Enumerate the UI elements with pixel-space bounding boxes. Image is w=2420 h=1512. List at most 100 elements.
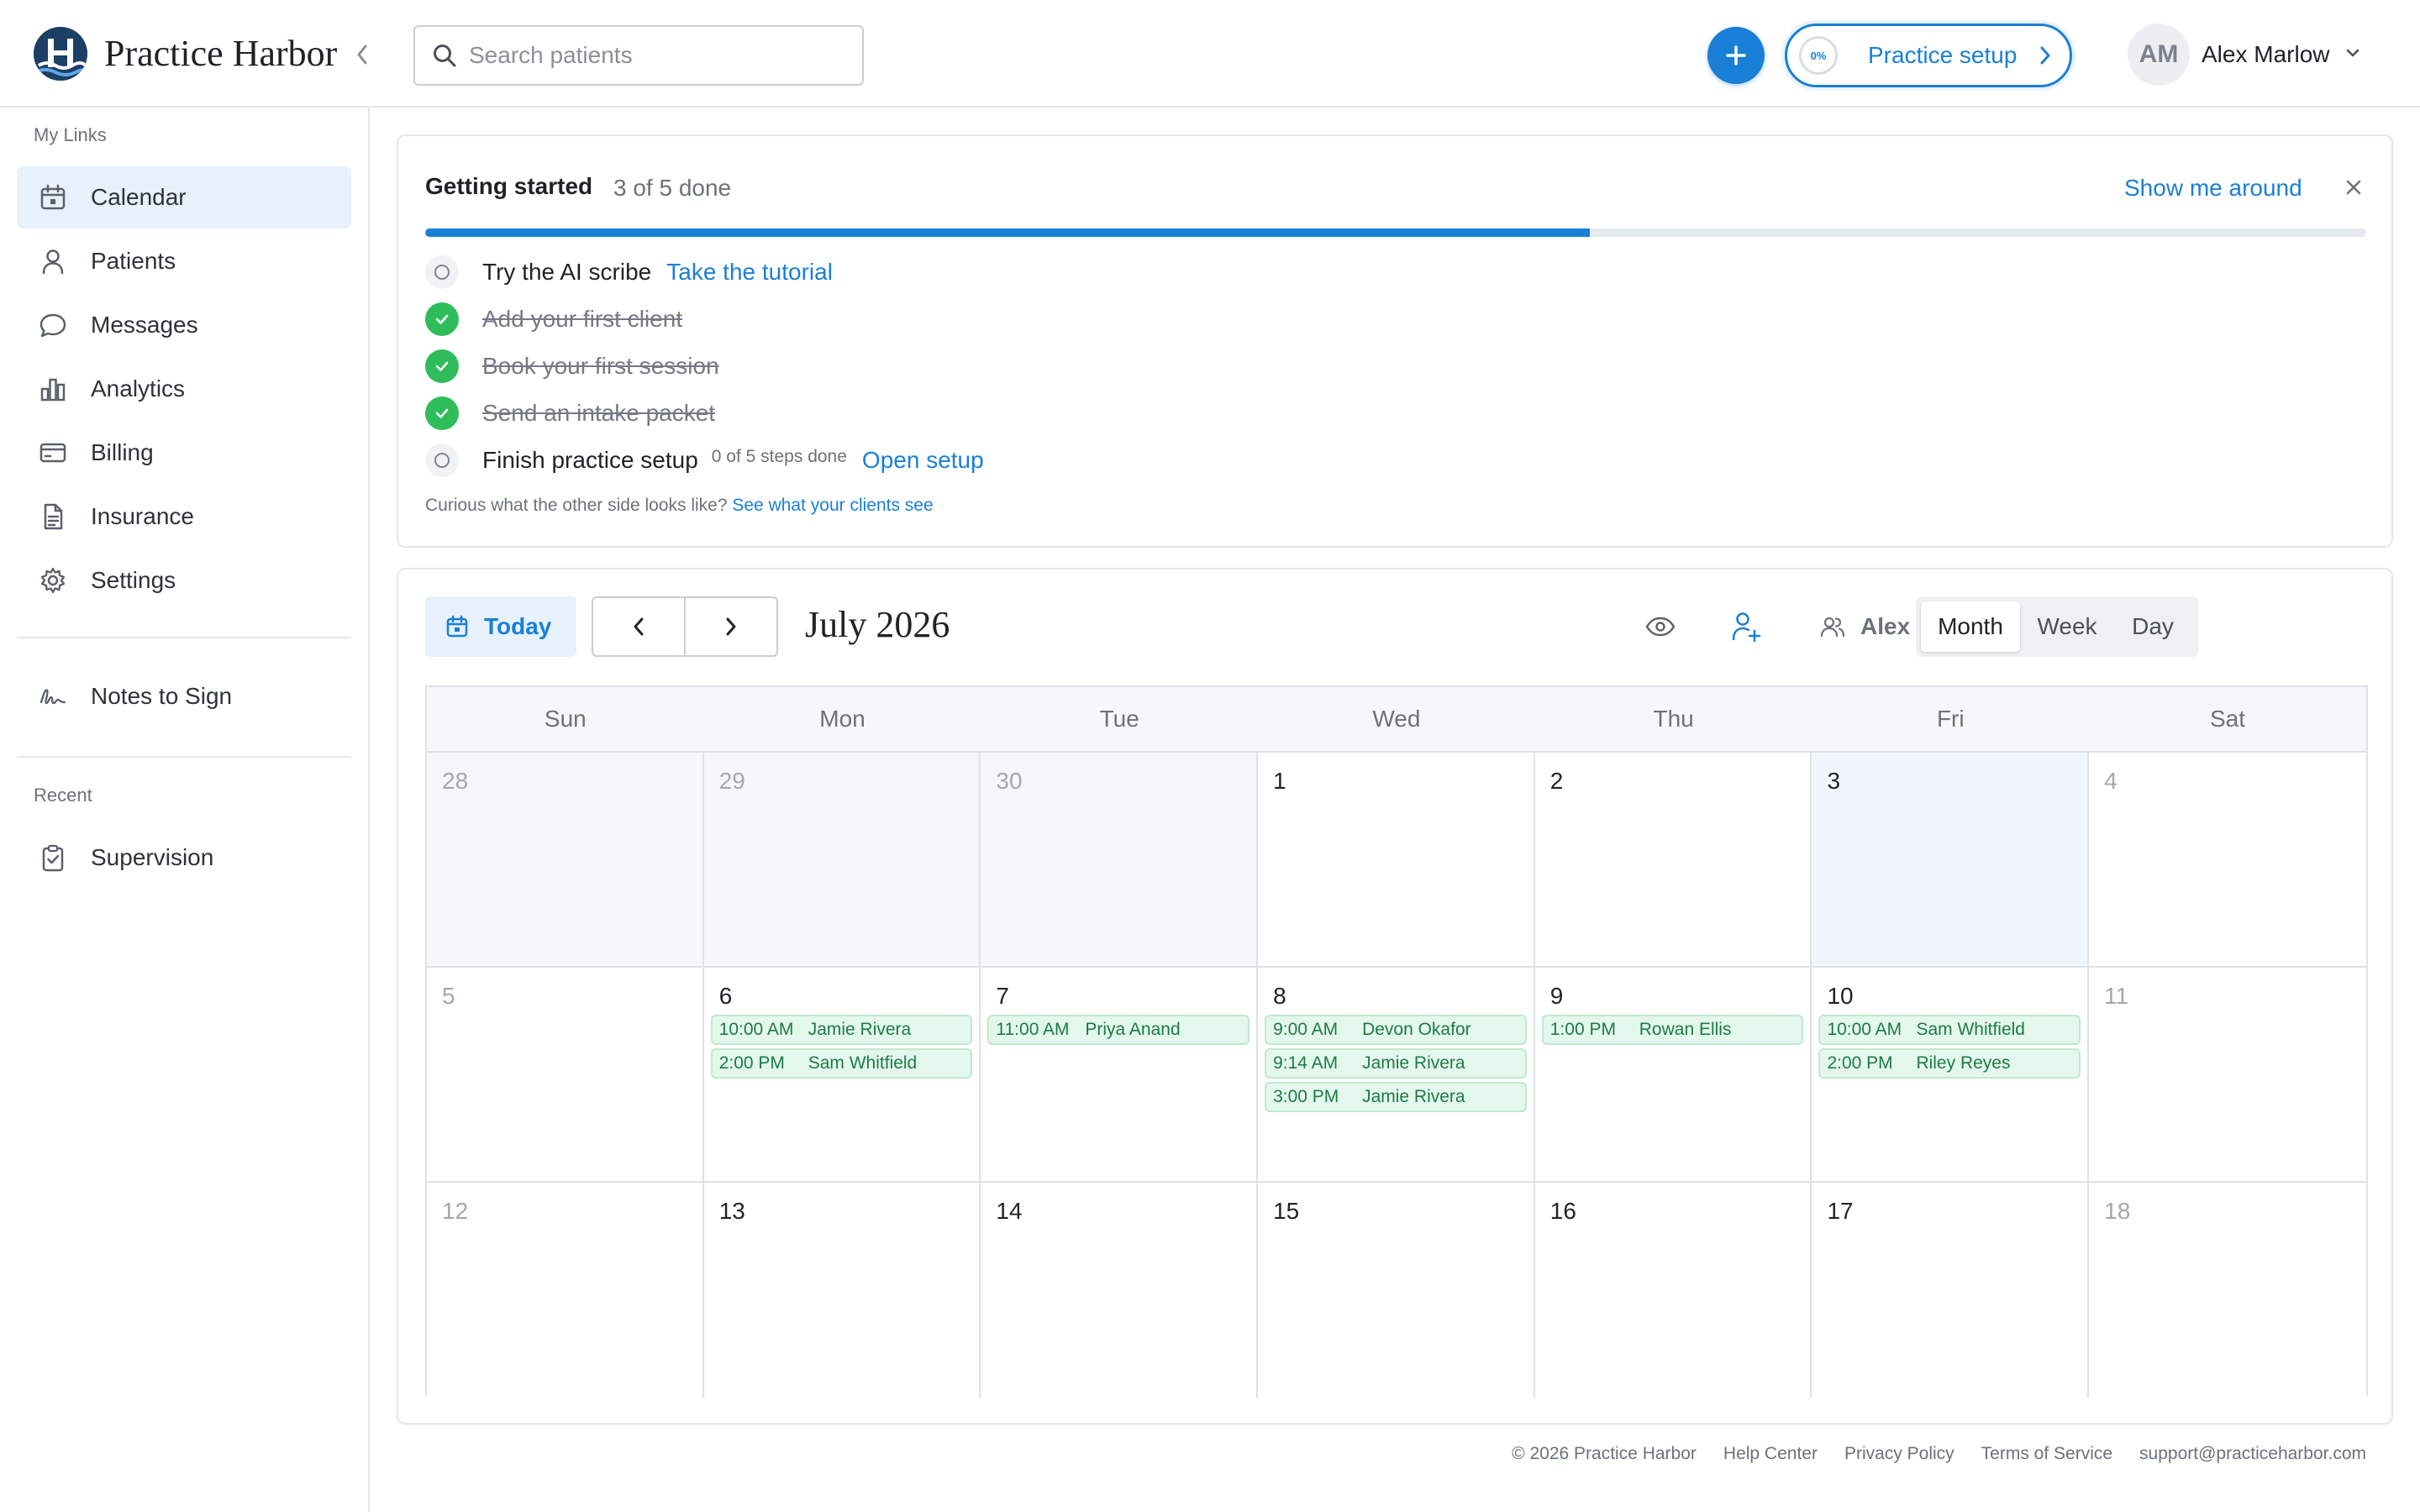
plus-icon	[1726, 45, 1746, 66]
chevron-down-icon[interactable]	[2344, 47, 2361, 59]
visibility-toggle-button[interactable]	[1644, 610, 1677, 643]
search-input[interactable]	[469, 42, 839, 69]
copyright-text: © 2026 Practice Harbor	[1512, 1444, 1697, 1463]
event-list: 10:00 AM Sam Whitfield 2:00 PM Riley Reyes	[1818, 1015, 2081, 1082]
help-center-link[interactable]: Help Center	[1723, 1444, 1818, 1464]
sidebar-item-billing[interactable]: Billing	[17, 422, 351, 484]
appointment-event[interactable]: 11:00 AM Priya Anand	[987, 1015, 1250, 1045]
event-list: 11:00 AM Priya Anand	[987, 1015, 1250, 1048]
day-cell[interactable]: 12	[427, 1183, 704, 1398]
day-cell[interactable]: 30	[981, 753, 1259, 968]
day-cell[interactable]: 16	[1534, 1183, 1812, 1398]
day-cell[interactable]: 3	[1812, 753, 2090, 968]
bar-chart-icon	[37, 373, 69, 405]
previous-month-button[interactable]	[592, 596, 686, 657]
sidebar-item-label: Calendar	[91, 184, 187, 210]
sidebar-item-messages[interactable]: Messages	[17, 294, 351, 356]
appointment-event[interactable]: 9:14 AM Jamie Rivera	[1265, 1048, 1527, 1079]
event-time: 9:14 AM	[1273, 1053, 1339, 1073]
day-cell[interactable]: 28	[427, 753, 704, 968]
event-time: 9:00 AM	[1273, 1020, 1339, 1039]
practice-setup-button[interactable]: 0% Practice setup	[1785, 24, 2072, 87]
support-email-link[interactable]: support@practiceharbor.com	[2139, 1444, 2366, 1464]
see-client-view-link[interactable]: See what your clients see	[732, 496, 933, 515]
day-cell[interactable]: 13	[703, 1183, 981, 1398]
gear-icon	[37, 564, 69, 596]
sidebar-item-calendar[interactable]: Calendar	[17, 166, 351, 228]
day-cell[interactable]: 17	[1812, 1183, 2090, 1398]
terms-of-service-link[interactable]: Terms of Service	[1981, 1444, 2112, 1464]
day-cell[interactable]: 1	[1258, 753, 1535, 968]
user-name[interactable]: Alex Marlow	[2202, 40, 2329, 69]
week-view-button[interactable]: Week	[2025, 601, 2109, 652]
weekday-label: Wed	[1372, 706, 1421, 732]
day-cell[interactable]: 7 11:00 AM Priya Anand	[981, 968, 1259, 1183]
sidebar-item-label: Messages	[91, 312, 198, 338]
privacy-policy-link[interactable]: Privacy Policy	[1844, 1444, 1954, 1464]
appointment-event[interactable]: 1:00 PM Rowan Ellis	[1541, 1015, 1804, 1045]
task-label: Try the AI scribe	[482, 259, 652, 285]
day-number: 8	[1273, 983, 1286, 1009]
day-number: 3	[1827, 768, 1841, 794]
client-view-prompt: Curious what the other side looks like? …	[425, 496, 934, 516]
client-view-text: Curious what the other side looks like?	[425, 496, 728, 515]
appointment-event[interactable]: 2:00 PM Riley Reyes	[1818, 1048, 2081, 1079]
chat-bubble-icon	[37, 309, 69, 341]
take-tutorial-link[interactable]: Take the tutorial	[666, 259, 833, 286]
view-toggle: Month Week Day	[1916, 596, 2198, 657]
day-cell[interactable]: 6 10:00 AM Jamie Rivera 2:00 PM Sam Whitfiel…	[703, 968, 981, 1183]
day-number: 29	[718, 768, 745, 794]
day-cell[interactable]: 11	[2089, 968, 2366, 1183]
sidebar-item-label: Insurance	[91, 503, 194, 529]
day-view-button[interactable]: Day	[2114, 601, 2191, 652]
event-patient-name: Devon Okafor	[1362, 1020, 1471, 1039]
my-links-heading: My Links	[34, 124, 107, 145]
day-number: 12	[442, 1198, 469, 1224]
appointment-event[interactable]: 10:00 AM Sam Whitfield	[1818, 1015, 2081, 1045]
person-icon	[37, 245, 69, 277]
appointment-event[interactable]: 9:00 AM Devon Okafor	[1265, 1015, 1527, 1045]
day-cell[interactable]: 10 10:00 AM Sam Whitfield 2:00 PM Riley Reye…	[1812, 968, 2090, 1183]
appointment-event[interactable]: 3:00 PM Jamie Rivera	[1265, 1082, 1527, 1112]
today-button[interactable]: Today	[425, 596, 576, 657]
calendar-icon	[37, 181, 69, 213]
sidebar-item-patients[interactable]: Patients	[17, 230, 351, 292]
show-me-around-link[interactable]: Show me around	[2124, 175, 2302, 202]
collapse-sidebar-button[interactable]	[348, 39, 376, 71]
task-item: Send an intake packet	[425, 395, 715, 432]
sidebar-item-insurance[interactable]: Insurance	[17, 486, 351, 548]
day-number: 13	[718, 1198, 745, 1224]
appointment-event[interactable]: 2:00 PM Sam Whitfield	[710, 1048, 973, 1079]
day-cell[interactable]: 9 1:00 PM Rowan Ellis	[1534, 968, 1812, 1183]
close-getting-started-button[interactable]	[2339, 173, 2368, 202]
sidebar-item-settings[interactable]: Settings	[17, 549, 351, 612]
month-view-button[interactable]: Month	[1921, 601, 2020, 652]
add-provider-button[interactable]	[1729, 610, 1763, 643]
appointment-event[interactable]: 10:00 AM Jamie Rivera	[710, 1015, 973, 1045]
sidebar-item-notes-to-sign[interactable]: Notes to Sign	[17, 665, 351, 727]
day-cell[interactable]: 5	[427, 968, 704, 1183]
weekday-label: Fri	[1936, 706, 1965, 732]
day-number: 14	[996, 1198, 1023, 1224]
next-month-button[interactable]	[684, 596, 778, 657]
day-cell[interactable]: 15	[1258, 1183, 1535, 1398]
open-setup-link[interactable]: Open setup	[862, 447, 984, 474]
sidebar-item-analytics[interactable]: Analytics	[17, 358, 351, 420]
day-cell[interactable]: 18	[2089, 1183, 2366, 1398]
progress-bar-fill	[425, 228, 1590, 237]
day-cell[interactable]: 14	[981, 1183, 1259, 1398]
week-row: 5 6 10:00 AM Jamie Rivera 2:00 PM Sam Whitfie…	[427, 968, 2366, 1183]
day-cell[interactable]: 29	[703, 753, 981, 968]
day-cell[interactable]: 2	[1534, 753, 1812, 968]
event-time: 10:00 AM	[718, 1020, 794, 1039]
chevron-left-icon	[357, 45, 367, 65]
add-button[interactable]	[1707, 27, 1765, 84]
person-add-icon	[1732, 612, 1761, 643]
chevron-right-icon	[726, 617, 736, 636]
day-cell[interactable]: 8 9:00 AM Devon Okafor 9:14 AM Jamie Rivera 3…	[1258, 968, 1535, 1183]
avatar[interactable]: AM	[2128, 24, 2190, 86]
day-number: 16	[1549, 1198, 1576, 1224]
document-icon	[37, 501, 69, 533]
day-cell[interactable]: 4	[2089, 753, 2366, 968]
sidebar-item-supervision[interactable]: Supervision	[17, 827, 351, 889]
